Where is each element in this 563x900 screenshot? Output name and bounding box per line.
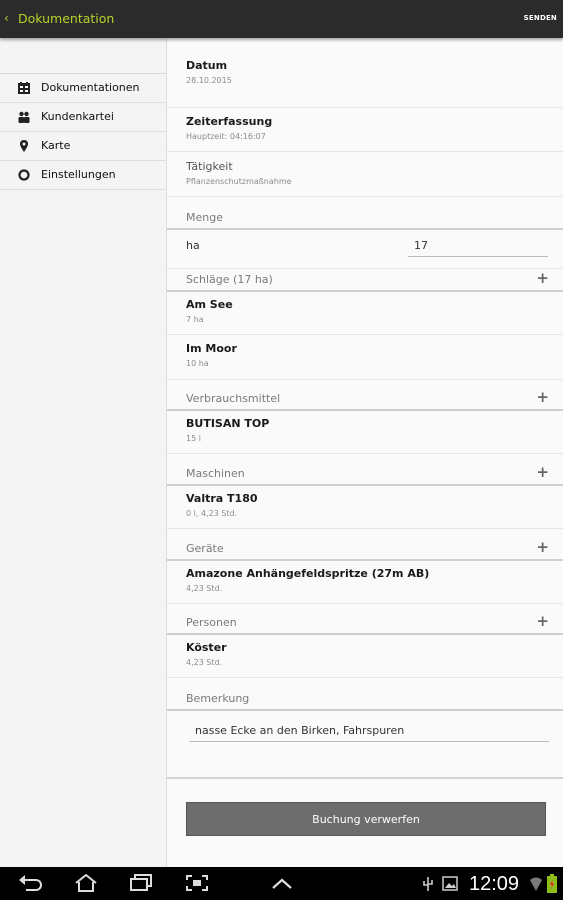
list-item-subtitle: 4,23 Std. xyxy=(186,584,223,593)
list-item-title: Köster xyxy=(186,641,227,654)
list-item[interactable]: BUTISAN TOP 15 l xyxy=(167,411,563,454)
list-item[interactable]: Valtra T180 0 l, 4,23 Std. xyxy=(167,486,563,529)
menge-header-label: Menge xyxy=(186,211,223,224)
back-icon[interactable]: ‹ xyxy=(4,11,9,25)
sidebar-item-einstellungen[interactable]: Einstellungen xyxy=(0,161,166,190)
zeiterfassung-value: Hauptzeit: 04:16:07 xyxy=(186,132,266,141)
list-item-subtitle: 10 ha xyxy=(186,359,209,368)
datum-value: 28.10.2015 xyxy=(186,76,232,85)
home-icon[interactable] xyxy=(73,874,99,892)
list-item-title: Amazone Anhängefeldspritze (27m AB) xyxy=(186,567,430,580)
system-bar: 12:09 xyxy=(0,867,563,900)
zeiterfassung-label: Zeiterfassung xyxy=(186,115,273,128)
sidebar-item-label: Kundenkartei xyxy=(41,110,114,123)
list-item-subtitle: 7 ha xyxy=(186,315,204,324)
personen-header: Personen + xyxy=(167,611,563,635)
datum-label: Datum xyxy=(186,59,228,72)
list-item[interactable]: Köster 4,23 Std. xyxy=(167,635,563,678)
list-item[interactable]: Amazone Anhängefeldspritze (27m AB) 4,23… xyxy=(167,561,563,604)
taetigkeit-row[interactable]: Tätigkeit Pflanzenschutzmaßnahme xyxy=(167,151,563,197)
list-item[interactable]: Im Moor 10 ha xyxy=(167,334,563,380)
sidebar-item-kundenkartei[interactable]: Kundenkartei xyxy=(0,103,166,132)
sidebar-item-dokumentationen[interactable]: Dokumentationen xyxy=(0,74,166,103)
taetigkeit-label: Tätigkeit xyxy=(186,160,233,173)
maschinen-header: Maschinen + xyxy=(167,462,563,486)
bemerkung-header-label: Bemerkung xyxy=(186,692,250,705)
chevron-up-icon[interactable] xyxy=(271,878,293,890)
list-item-subtitle: 0 l, 4,23 Std. xyxy=(186,509,238,518)
send-button[interactable]: SENDEN xyxy=(524,14,557,22)
list-item[interactable]: Am See 7 ha xyxy=(167,292,563,335)
list-item-subtitle: 15 l xyxy=(186,434,201,443)
map-pin-icon xyxy=(20,140,28,152)
menge-row: ha 17 xyxy=(167,230,563,269)
schlaege-header: Schläge (17 ha) + xyxy=(167,268,563,292)
screenshot-icon[interactable] xyxy=(185,874,209,892)
battery-icon xyxy=(547,874,557,893)
maschinen-header-label: Maschinen xyxy=(186,467,245,480)
clock: 12:09 xyxy=(469,873,520,895)
add-maschine-button[interactable]: + xyxy=(536,463,549,481)
datum-row[interactable]: Datum 28.10.2015 xyxy=(167,38,563,108)
taetigkeit-value: Pflanzenschutzmaßnahme xyxy=(186,177,292,186)
discard-booking-button[interactable]: Buchung verwerfen xyxy=(186,802,546,836)
recent-apps-icon[interactable] xyxy=(129,874,153,892)
menge-input[interactable]: 17 xyxy=(414,239,428,252)
bemerkung-row: nasse Ecke an den Birken, Fahrspuren xyxy=(167,711,563,779)
detail-panel: Datum 28.10.2015 Zeiterfassung Hauptzeit… xyxy=(167,38,563,867)
list-item-subtitle: 4,23 Std. xyxy=(186,658,223,667)
menge-unit: ha xyxy=(186,239,200,252)
wifi-icon xyxy=(530,877,542,891)
verbrauchsmittel-header-label: Verbrauchsmittel xyxy=(186,392,281,405)
settings-icon xyxy=(18,169,30,181)
personen-header-label: Personen xyxy=(186,616,237,629)
nav-list: Dokumentationen Kundenkartei Karte Einst… xyxy=(0,73,166,190)
sidebar-item-karte[interactable]: Karte xyxy=(0,132,166,161)
list-item-title: Valtra T180 xyxy=(186,492,258,505)
zeiterfassung-row[interactable]: Zeiterfassung Hauptzeit: 04:16:07 xyxy=(167,107,563,152)
image-icon xyxy=(442,876,458,891)
add-geraet-button[interactable]: + xyxy=(536,538,549,556)
menge-input-underline xyxy=(408,256,548,257)
action-bar: ‹ Dokumentation SENDEN xyxy=(0,0,563,38)
page-title[interactable]: Dokumentation xyxy=(18,11,114,26)
bemerkung-input[interactable]: nasse Ecke an den Birken, Fahrspuren xyxy=(195,724,404,737)
people-icon xyxy=(18,111,30,123)
documents-icon xyxy=(18,82,30,94)
sidebar-item-label: Dokumentationen xyxy=(41,81,140,94)
bemerkung-input-underline xyxy=(189,741,549,742)
bemerkung-header: Bemerkung xyxy=(167,687,563,711)
verbrauchsmittel-header: Verbrauchsmittel + xyxy=(167,387,563,411)
add-verbrauchsmittel-button[interactable]: + xyxy=(536,388,549,406)
schlaege-header-label: Schläge (17 ha) xyxy=(186,273,273,286)
geraete-header: Geräte + xyxy=(167,537,563,561)
menge-header: Menge xyxy=(167,206,563,230)
list-item-title: Am See xyxy=(186,298,233,311)
geraete-header-label: Geräte xyxy=(186,542,224,555)
sidebar: Dokumentationen Kundenkartei Karte Einst… xyxy=(0,38,167,867)
usb-icon xyxy=(423,877,433,891)
list-item-title: BUTISAN TOP xyxy=(186,417,270,430)
sidebar-item-label: Karte xyxy=(41,139,71,152)
add-schlag-button[interactable]: + xyxy=(536,269,549,287)
list-item-title: Im Moor xyxy=(186,342,237,355)
add-person-button[interactable]: + xyxy=(536,612,549,630)
sidebar-item-label: Einstellungen xyxy=(41,168,116,181)
back-nav-icon[interactable] xyxy=(18,874,42,892)
